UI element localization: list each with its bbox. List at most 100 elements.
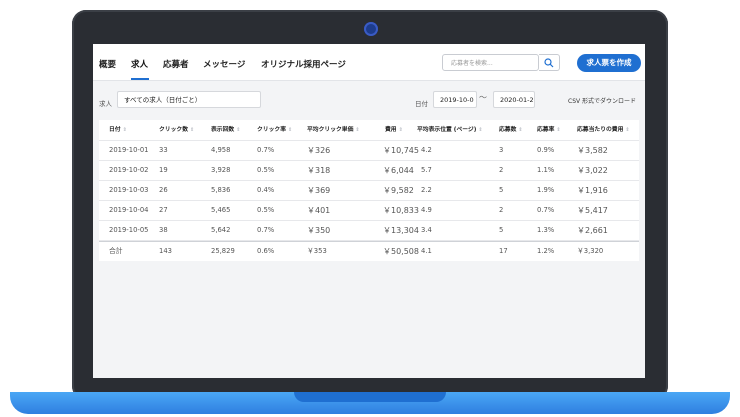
cell-date: 2019-10-01: [109, 146, 149, 154]
cell-applications: 3: [499, 146, 504, 154]
sort-icon: ⇕: [518, 126, 523, 133]
table-row: 2019-10-01 33 4,958 0.7% ￥326 ￥10,745 4.…: [99, 141, 639, 161]
col-impressions[interactable]: 表示回数 ⇕: [211, 120, 240, 140]
cell-avg-cpc: ￥401: [307, 206, 331, 215]
cell-apply-rate: 1.9%: [537, 186, 555, 194]
cell-impressions: 25,829: [211, 247, 235, 255]
create-job-button[interactable]: 求人票を作成: [577, 54, 641, 72]
col-avg-cpc[interactable]: 平均クリック単価 ⇕: [307, 120, 360, 140]
date-to-input[interactable]: 2020-01-2: [493, 91, 535, 108]
sort-icon: ⇕: [556, 126, 561, 133]
cell-avg-position: 4.1: [421, 247, 432, 255]
cell-ctr: 0.4%: [257, 186, 275, 194]
col-cost-per-apply[interactable]: 応募当たりの費用 ⇕: [577, 120, 630, 140]
sort-icon: ⇕: [288, 126, 293, 133]
col-cost[interactable]: 費用 ⇕: [385, 120, 403, 140]
cell-clicks: 38: [159, 226, 168, 234]
cell-applications: 5: [499, 226, 504, 234]
sort-icon: ⇕: [236, 126, 241, 133]
active-tab-indicator: [131, 78, 149, 80]
cell-cost: ￥10,833: [383, 206, 419, 215]
cell-cost-per-apply: ￥1,916: [577, 186, 608, 195]
cell-cost-per-apply: ￥3,022: [577, 166, 608, 175]
cell-apply-rate: 1.2%: [537, 247, 555, 255]
date-from-input[interactable]: 2019-10-0: [433, 91, 477, 108]
col-ctr[interactable]: クリック率 ⇕: [257, 120, 292, 140]
date-filter-label: 日付: [415, 100, 428, 108]
cell-clicks: 143: [159, 247, 172, 255]
sort-icon: ⇕: [122, 126, 127, 133]
col-date[interactable]: 日付 ⇕: [109, 120, 127, 140]
cell-impressions: 5,465: [211, 206, 231, 214]
cell-apply-rate: 1.3%: [537, 226, 555, 234]
col-clicks[interactable]: クリック数 ⇕: [159, 120, 194, 140]
cell-cost-per-apply: ￥3,582: [577, 146, 608, 155]
cell-apply-rate: 0.7%: [537, 206, 555, 214]
cell-cost-per-apply: ￥3,320: [577, 247, 604, 255]
cell-avg-cpc: ￥318: [307, 166, 331, 175]
cell-ctr: 0.7%: [257, 146, 275, 154]
cell-avg-position: 4.2: [421, 146, 432, 154]
tab-messages[interactable]: メッセージ: [203, 58, 245, 70]
date-separator: 〜: [479, 93, 487, 102]
col-avg-position[interactable]: 平均表示位置 (ページ) ⇕: [417, 120, 483, 140]
table-total-row: 合計 143 25,829 0.6% ￥353 ￥50,508 4.1 17 1…: [99, 241, 639, 261]
cell-cost: ￥10,745: [383, 146, 419, 155]
stats-table: 日付 ⇕ クリック数 ⇕ 表示回数 ⇕ クリック率 ⇕ 平均クリック単価 ⇕ 費用 ⇕ 平均…: [99, 120, 639, 261]
col-apply-rate[interactable]: 応募率 ⇕: [537, 120, 561, 140]
cell-impressions: 5,642: [211, 226, 231, 234]
table-row: 2019-10-02 19 3,928 0.5% ￥318 ￥6,044 5.7…: [99, 161, 639, 181]
col-applications[interactable]: 応募数 ⇕: [499, 120, 523, 140]
search-button[interactable]: [539, 54, 560, 71]
cell-total-label: 合計: [109, 247, 123, 255]
cell-date: 2019-10-03: [109, 186, 149, 194]
sort-icon: ⇕: [625, 126, 630, 133]
app-screen: 概要 求人 応募者 メッセージ オリジナル採用ページ 応募者を検索... 求人票…: [93, 44, 645, 378]
table-row: 2019-10-05 38 5,642 0.7% ￥350 ￥13,304 3.…: [99, 221, 639, 241]
cell-cost: ￥6,044: [383, 166, 414, 175]
cell-applications: 5: [499, 186, 504, 194]
cell-avg-position: 3.4: [421, 226, 432, 234]
cell-impressions: 4,958: [211, 146, 231, 154]
cell-ctr: 0.7%: [257, 226, 275, 234]
cell-applications: 17: [499, 247, 508, 255]
cell-avg-cpc: ￥350: [307, 226, 331, 235]
tab-applicants[interactable]: 応募者: [163, 58, 189, 70]
cell-applications: 2: [499, 206, 504, 214]
cell-avg-position: 2.2: [421, 186, 432, 194]
cell-cost: ￥13,304: [383, 226, 419, 235]
cell-avg-position: 4.9: [421, 206, 432, 214]
tab-recruit-page[interactable]: オリジナル採用ページ: [261, 58, 346, 70]
cell-ctr: 0.5%: [257, 166, 275, 174]
cell-impressions: 5,836: [211, 186, 231, 194]
tab-jobs[interactable]: 求人: [131, 58, 148, 70]
cell-cost: ￥50,508: [383, 247, 419, 256]
cell-cost: ￥9,582: [383, 186, 414, 195]
cell-ctr: 0.5%: [257, 206, 275, 214]
cell-cost-per-apply: ￥5,417: [577, 206, 608, 215]
cell-ctr: 0.6%: [257, 247, 275, 255]
laptop-notch: [294, 392, 446, 402]
cell-clicks: 33: [159, 146, 168, 154]
sort-icon: ⇕: [355, 126, 360, 133]
sort-icon: ⇕: [478, 126, 483, 133]
cell-cost-per-apply: ￥2,661: [577, 226, 608, 235]
job-filter-select[interactable]: すべての求人（日付ごと）: [117, 91, 261, 108]
sort-icon: ⇕: [190, 126, 195, 133]
camera-icon: [364, 22, 378, 36]
table-row: 2019-10-03 26 5,836 0.4% ￥369 ￥9,582 2.2…: [99, 181, 639, 201]
cell-applications: 2: [499, 166, 504, 174]
table-header: 日付 ⇕ クリック数 ⇕ 表示回数 ⇕ クリック率 ⇕ 平均クリック単価 ⇕ 費用 ⇕ 平均…: [99, 120, 639, 141]
job-filter-label: 求人: [99, 100, 112, 108]
cell-avg-cpc: ￥326: [307, 146, 331, 155]
cell-avg-cpc: ￥369: [307, 186, 331, 195]
cell-impressions: 3,928: [211, 166, 231, 174]
cell-date: 2019-10-05: [109, 226, 149, 234]
cell-clicks: 19: [159, 166, 168, 174]
cell-avg-cpc: ￥353: [307, 247, 327, 255]
cell-date: 2019-10-02: [109, 166, 149, 174]
search-input[interactable]: 応募者を検索...: [442, 54, 539, 71]
tab-overview[interactable]: 概要: [99, 58, 116, 70]
csv-download-link[interactable]: CSV 形式でダウンロード: [568, 96, 636, 105]
cell-apply-rate: 0.9%: [537, 146, 555, 154]
